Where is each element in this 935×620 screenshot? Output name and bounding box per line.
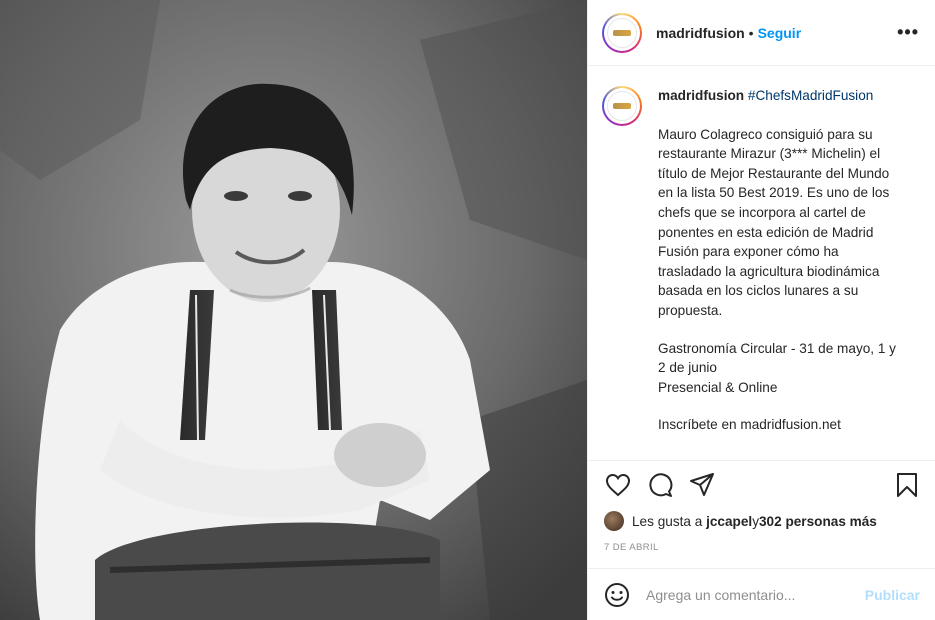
smiley-icon[interactable]: [604, 582, 630, 608]
comment-bar: Agrega un comentario... Publicar: [588, 568, 935, 620]
chef-portrait-photo: [0, 0, 587, 620]
header-username[interactable]: madridfusion: [656, 25, 745, 41]
bookmark-icon[interactable]: [893, 471, 921, 499]
post-photo[interactable]: [0, 0, 587, 620]
likes-middle: y: [752, 513, 759, 529]
action-bar: [588, 461, 935, 509]
post-header: madridfusion • Seguir •••: [588, 0, 935, 66]
madridfusion-logo-icon: [607, 17, 637, 48]
post-side-panel: madridfusion • Seguir ••• madridfusion #…: [587, 0, 935, 620]
caption-paragraph: Gastronomía Circular - 31 de mayo, 1 y 2…: [658, 340, 896, 395]
heart-icon[interactable]: [604, 471, 632, 499]
follow-button[interactable]: Seguir: [758, 25, 802, 41]
comment-input[interactable]: Agrega un comentario...: [646, 587, 865, 603]
header-separator: •: [748, 24, 754, 41]
paper-plane-icon[interactable]: [688, 471, 716, 499]
caption-text: madridfusion #ChefsMadridFusion Mauro Co…: [658, 86, 904, 460]
more-options-icon[interactable]: •••: [897, 22, 919, 43]
caption-username[interactable]: madridfusion: [658, 88, 744, 103]
post-date[interactable]: 7 DE ABRIL: [588, 533, 935, 563]
likes-summary: Les gusta a jccapel y 302 personas más: [588, 509, 935, 533]
avatar[interactable]: [602, 12, 642, 53]
post-comment-button[interactable]: Publicar: [865, 587, 920, 603]
liker-username[interactable]: jccapel: [706, 514, 752, 529]
caption-hashtag[interactable]: #ChefsMadridFusion: [748, 88, 873, 103]
liker-avatar[interactable]: [604, 511, 624, 531]
comment-bubble-icon[interactable]: [646, 471, 674, 499]
caption-area: madridfusion #ChefsMadridFusion Mauro Co…: [588, 66, 935, 461]
likes-count[interactable]: 302 personas más: [759, 514, 877, 529]
caption-paragraph: Mauro Colagreco consiguió para su restau…: [658, 126, 890, 318]
caption-paragraph: Inscríbete en madridfusion.net: [658, 417, 841, 433]
madridfusion-logo-icon: [607, 91, 637, 121]
likes-prefix: Les gusta a: [632, 513, 703, 529]
caption-avatar[interactable]: [602, 86, 642, 126]
